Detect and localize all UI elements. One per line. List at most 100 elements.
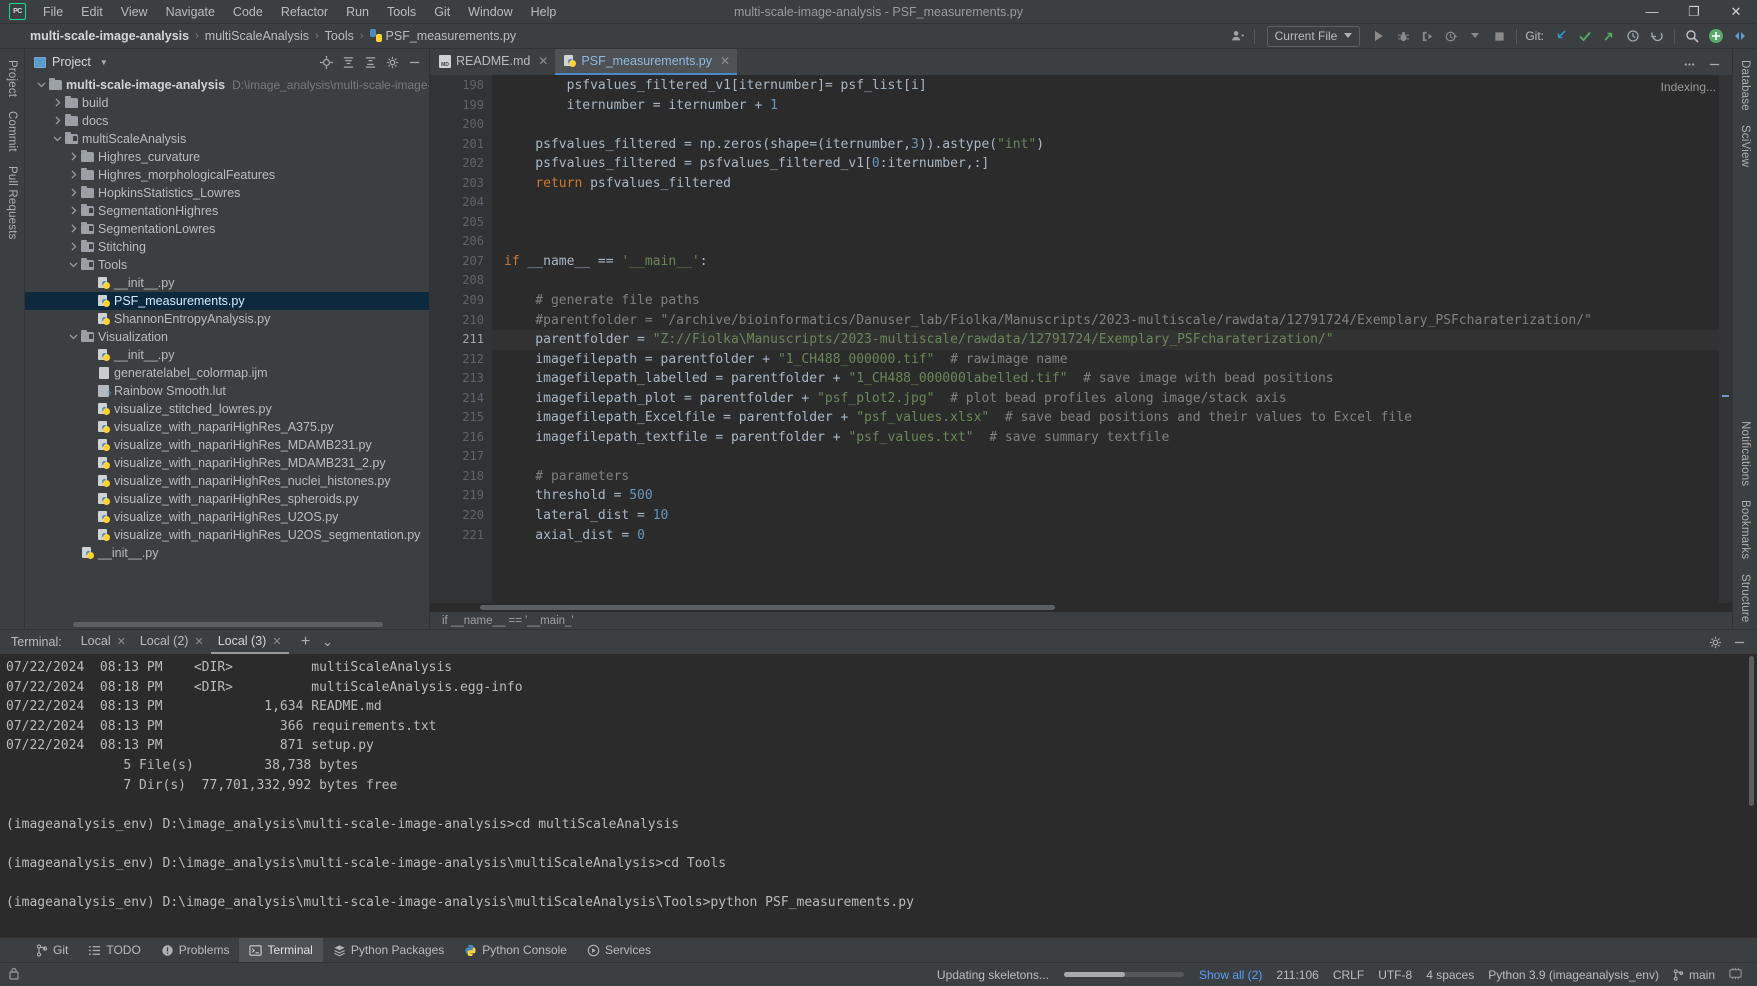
tree-node[interactable]: visualize_with_napariHighRes_MDAMB231_2.… [25,454,429,472]
line-number[interactable]: 220 [430,506,492,526]
tool-strip-pull-requests[interactable]: Pull Requests [2,159,22,247]
search-everywhere-icon[interactable] [1681,25,1703,47]
breadcrumb-item[interactable]: multiScaleAnalysis [201,28,313,44]
menu-item-tools[interactable]: Tools [378,2,425,22]
gear-icon[interactable] [1704,631,1726,653]
tree-node[interactable]: visualize_stitched_lowres.py [25,400,429,418]
close-icon[interactable]: ✕ [272,635,281,648]
code-line[interactable]: threshold = 500 [492,486,1732,506]
locate-icon[interactable] [316,52,337,73]
tool-tab-python-packages[interactable]: Python Packages [323,938,454,963]
code-line[interactable] [492,271,1732,291]
update-project-icon[interactable] [1550,25,1572,47]
project-tree-hscrollbar[interactable] [25,620,429,629]
menu-item-file[interactable]: File [34,2,72,22]
tree-node[interactable]: __init__.py [25,346,429,364]
tree-node[interactable]: docs [25,112,429,130]
terminal-tab[interactable]: Local (3) ✕ [210,630,289,654]
git-branch[interactable]: main [1666,968,1722,982]
menu-item-git[interactable]: Git [425,2,459,22]
tool-tab-problems[interactable]: Problems [151,938,240,963]
hide-editor-icon[interactable] [1703,53,1725,75]
tree-node[interactable]: visualize_with_napariHighRes_MDAMB231.py [25,436,429,454]
code-line[interactable] [492,232,1732,252]
editor-hscrollbar[interactable] [430,603,1732,612]
menu-item-view[interactable]: View [112,2,157,22]
close-button[interactable]: ✕ [1715,0,1757,24]
tree-node[interactable]: HopkinsStatistics_Lowres [25,184,429,202]
tree-node[interactable]: visualize_with_napariHighRes_spheroids.p… [25,490,429,508]
code-line[interactable] [492,213,1732,233]
project-tree[interactable]: multi-scale-image-analysis D:\image_analy… [25,75,429,620]
line-number[interactable]: 200 [430,115,492,135]
minimize-button[interactable]: — [1631,0,1673,24]
line-number[interactable]: 212 [430,350,492,370]
tree-node[interactable]: __init__.py [25,274,429,292]
commit-icon[interactable] [1574,25,1596,47]
breadcrumb-item[interactable]: multi-scale-image-analysis [26,28,193,44]
code-line[interactable]: if __name__ == '__main__': [492,252,1732,272]
caret-position[interactable]: 211:106 [1269,968,1326,982]
settings-icon[interactable] [1705,25,1727,47]
tool-strip-sciview[interactable]: SciView [1735,118,1755,174]
code-line[interactable] [492,115,1732,135]
line-number[interactable]: 205 [430,213,492,233]
line-number[interactable]: 198 [430,76,492,96]
memory-indicator-icon[interactable] [1722,967,1749,983]
tree-node[interactable]: SegmentationHighres [25,202,429,220]
tree-node[interactable]: Rainbow Smooth.lut [25,382,429,400]
code-content[interactable]: psfvalues_filtered_v1[iternumber]= psf_l… [492,75,1732,603]
line-number[interactable]: 213 [430,369,492,389]
tree-node[interactable]: Highres_curvature [25,148,429,166]
line-number[interactable]: 203⌐ [430,174,504,194]
code-line[interactable]: imagefilepath_Excelfile = parentfolder +… [492,408,1732,428]
chevron-down-icon[interactable]: ▼ [100,58,108,67]
tree-node[interactable]: multi-scale-image-analysis D:\image_analy… [25,76,429,94]
chevron-right-icon[interactable] [67,152,80,163]
line-number[interactable]: 216 [430,428,492,448]
line-number[interactable]: 214 [430,389,492,409]
line-number[interactable]: 206 [430,232,492,252]
line-number[interactable]: 201 [430,135,492,155]
code-line[interactable]: parentfolder = "Z://Fiolka\Manuscripts/2… [492,330,1732,350]
line-number[interactable]: 219 [430,486,492,506]
line-number[interactable]: 210⌐ [430,311,504,331]
code-line[interactable]: #parentfolder = "/archive/bioinformatics… [492,311,1732,331]
tree-node[interactable]: PSF_measurements.py [25,292,429,310]
maximize-button[interactable]: ❐ [1673,0,1715,24]
line-separator[interactable]: CRLF [1326,968,1371,982]
code-line[interactable]: # generate file paths [492,291,1732,311]
code-line[interactable]: psfvalues_filtered_v1[iternumber]= psf_l… [492,76,1732,96]
close-icon[interactable]: ✕ [538,54,548,68]
terminal-dropdown-button[interactable]: ⌄ [317,631,339,653]
run-icon[interactable] [1368,25,1390,47]
terminal-tab[interactable]: Local ✕ [74,630,133,654]
code-line[interactable]: imagefilepath_plot = parentfolder + "psf… [492,389,1732,409]
code-line[interactable] [492,447,1732,467]
code-line[interactable]: imagefilepath_labelled = parentfolder + … [492,369,1732,389]
line-number[interactable]: 207∇ [430,252,504,272]
python-interpreter[interactable]: Python 3.9 (imageanalysis_env) [1481,968,1666,982]
tree-node[interactable]: Visualization [25,328,429,346]
terminal-tab[interactable]: Local (2) ✕ [133,630,211,654]
chevron-right-icon[interactable] [51,98,64,109]
history-icon[interactable] [1622,25,1644,47]
line-number[interactable]: 221 [430,526,492,546]
code-line[interactable]: axial_dist = 0 [492,526,1732,546]
chevron-right-icon[interactable] [67,188,80,199]
code-line[interactable]: # parameters [492,467,1732,487]
new-terminal-button[interactable]: + [295,631,317,653]
tool-strip-notifications[interactable]: Notifications [1735,414,1755,493]
status-lock-icon[interactable] [6,967,27,983]
scrollbar-thumb[interactable] [480,605,1055,610]
code-line[interactable]: psfvalues_filtered = psfvalues_filtered_… [492,154,1732,174]
tree-node[interactable]: multiScaleAnalysis [25,130,429,148]
close-icon[interactable]: ✕ [117,635,126,648]
code-editor[interactable]: 198199⌐200201202203⌐204205206207∇208209⌐… [430,75,1732,603]
tree-node[interactable]: generatelabel_colormap.ijm [25,364,429,382]
line-number[interactable]: 215 [430,408,492,428]
tree-node[interactable]: visualize_with_napariHighRes_U2OS.py [25,508,429,526]
close-icon[interactable]: ✕ [720,54,730,68]
line-number[interactable]: 202 [430,154,492,174]
menu-item-refactor[interactable]: Refactor [272,2,337,22]
